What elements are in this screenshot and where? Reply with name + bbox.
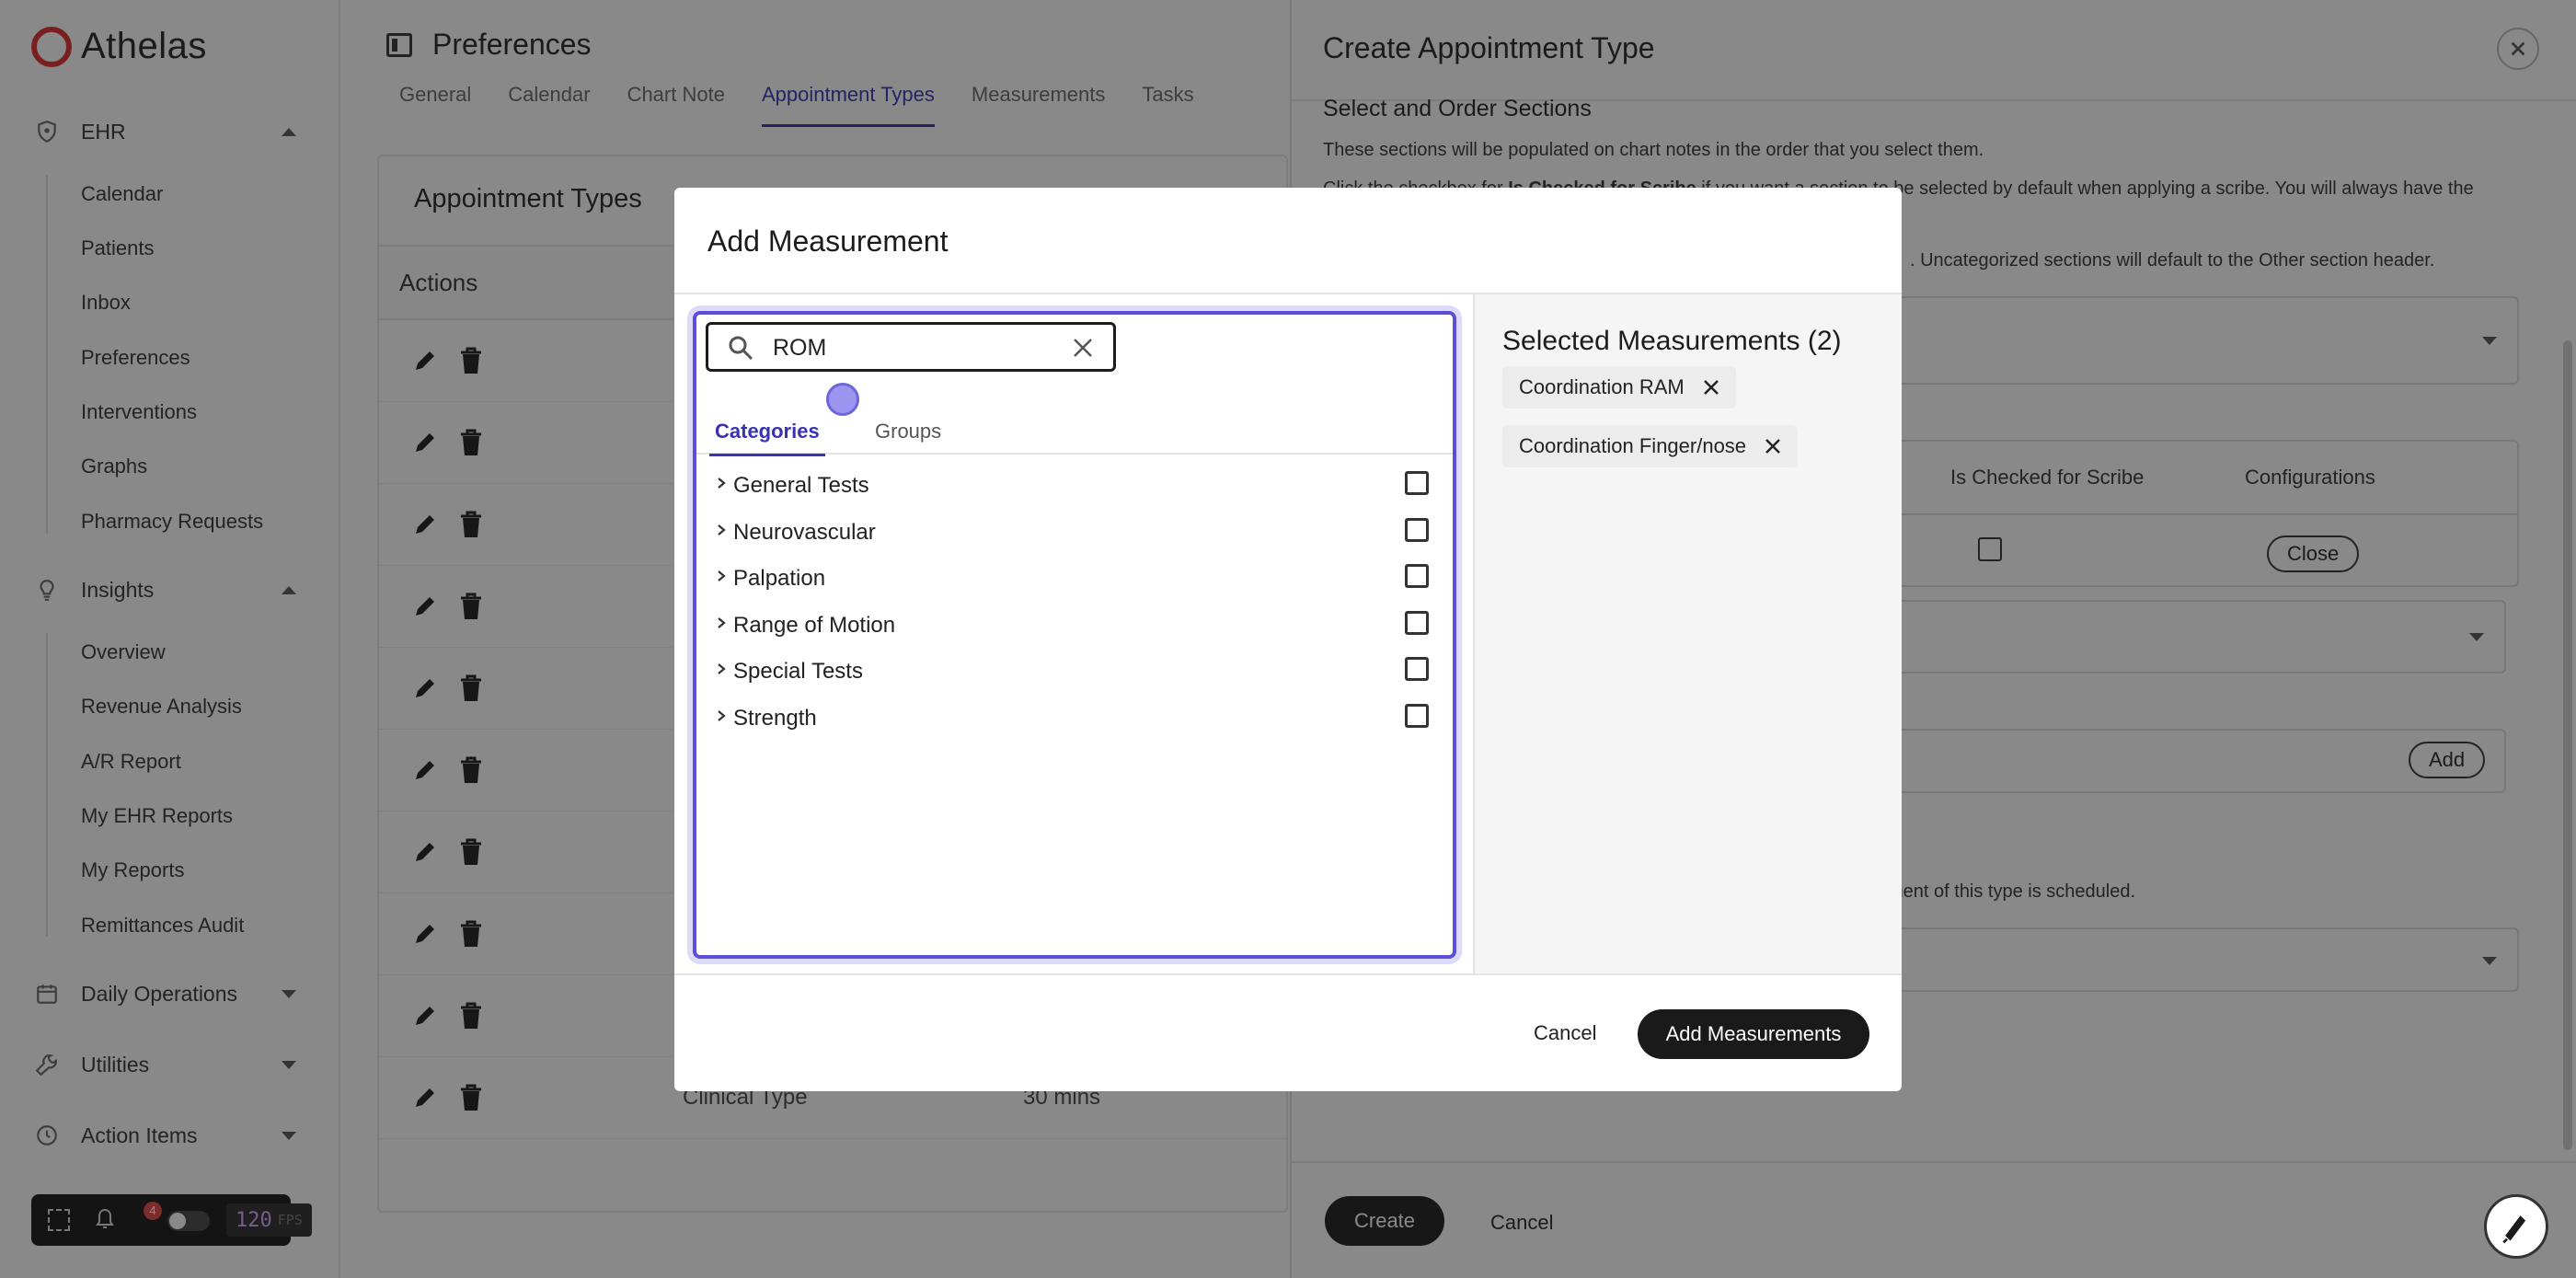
category-row[interactable]: Special Tests bbox=[696, 648, 1453, 694]
clear-search-icon[interactable] bbox=[1071, 336, 1095, 360]
tab-categories[interactable]: Categories bbox=[709, 420, 825, 456]
add-measurement-modal: Add Measurement Categories Groups Genera… bbox=[674, 188, 1902, 1091]
search-field[interactable] bbox=[706, 322, 1116, 372]
pen-icon bbox=[2502, 1215, 2526, 1244]
add-measurements-button[interactable]: Add Measurements bbox=[1638, 1009, 1869, 1059]
chip-label: Coordination RAM bbox=[1519, 375, 1685, 398]
chevron-right-icon[interactable] bbox=[715, 616, 728, 629]
tab-groups[interactable]: Groups bbox=[875, 420, 941, 455]
chevron-right-icon[interactable] bbox=[715, 477, 728, 489]
chevron-right-icon[interactable] bbox=[715, 524, 728, 536]
category-label: Special Tests bbox=[733, 659, 863, 684]
category-row[interactable]: Palpation bbox=[696, 555, 1453, 601]
search-icon bbox=[729, 336, 753, 361]
chip-label: Coordination Finger/nose bbox=[1519, 434, 1747, 457]
category-label: Strength bbox=[733, 705, 817, 731]
category-checkbox[interactable] bbox=[1405, 517, 1429, 542]
category-label: Range of Motion bbox=[733, 612, 896, 638]
chevron-right-icon[interactable] bbox=[715, 570, 728, 582]
category-row[interactable]: Strength bbox=[696, 695, 1453, 741]
search-input[interactable] bbox=[773, 332, 1049, 363]
category-checkbox[interactable] bbox=[1405, 703, 1429, 728]
selected-chip: Coordination Finger/nose bbox=[1502, 425, 1799, 467]
remove-chip-icon[interactable] bbox=[1701, 377, 1721, 397]
selected-chip: Coordination RAM bbox=[1502, 366, 1736, 409]
category-checkbox[interactable] bbox=[1405, 471, 1429, 495]
chevron-right-icon[interactable] bbox=[715, 709, 728, 722]
measurement-picker: Categories Groups General Tests Neurovasc… bbox=[693, 311, 1456, 959]
category-label: General Tests bbox=[733, 473, 869, 498]
remove-chip-icon[interactable] bbox=[1763, 436, 1783, 456]
modal-footer-divider bbox=[674, 973, 1902, 975]
category-row[interactable]: Neurovascular bbox=[696, 509, 1453, 555]
category-checkbox[interactable] bbox=[1405, 610, 1429, 635]
modal-title: Add Measurement bbox=[707, 225, 949, 258]
chevron-right-icon[interactable] bbox=[715, 662, 728, 675]
category-checkbox[interactable] bbox=[1405, 564, 1429, 588]
modal-cancel-button[interactable]: Cancel bbox=[1534, 1021, 1596, 1045]
selected-measurements-title: Selected Measurements (2) bbox=[1502, 326, 1842, 356]
category-checkbox[interactable] bbox=[1405, 657, 1429, 681]
picker-tabs: Categories Groups bbox=[696, 407, 1453, 456]
selected-measurements-pane: Selected Measurements (2) Coordination R… bbox=[1473, 294, 1902, 973]
category-row[interactable]: Range of Motion bbox=[696, 602, 1453, 648]
category-label: Palpation bbox=[733, 566, 826, 591]
help-fab[interactable] bbox=[2484, 1194, 2548, 1259]
category-row[interactable]: General Tests bbox=[696, 462, 1453, 508]
category-label: Neurovascular bbox=[733, 519, 876, 545]
